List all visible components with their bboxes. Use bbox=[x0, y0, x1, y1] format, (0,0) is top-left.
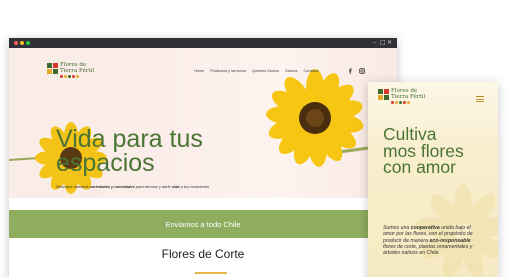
nav-item-galeria[interactable]: Galería bbox=[285, 69, 297, 73]
nav-item-home[interactable]: Home bbox=[194, 69, 204, 73]
instagram-icon[interactable] bbox=[359, 68, 365, 74]
desktop-site: Flores de Tierra Fértil Home Productos y… bbox=[9, 48, 397, 277]
social-links bbox=[348, 68, 365, 74]
mobile-logo-dots bbox=[391, 101, 425, 104]
shipping-banner: Enviamos a todo Chile bbox=[9, 210, 397, 238]
section-underline bbox=[195, 272, 227, 274]
mobile-site-logo[interactable]: Flores de Tierra Fértil bbox=[378, 88, 426, 104]
close-dot-icon[interactable] bbox=[14, 41, 18, 45]
mobile-hero-title: Cultiva mos flores con amor bbox=[383, 124, 464, 177]
minimize-icon[interactable]: – bbox=[373, 39, 376, 47]
nav-item-quienes-somos[interactable]: Quienes Somos bbox=[252, 69, 279, 73]
menu-hamburger-icon[interactable] bbox=[476, 96, 484, 104]
showcase-stage: – □ ✕ Flores de Tierra Fértil Home Produ… bbox=[0, 0, 510, 277]
mobile-logo-line2: Tierra Fértil bbox=[391, 93, 426, 100]
browser-titlebar: – □ ✕ bbox=[9, 38, 397, 48]
restore-icon[interactable]: □ bbox=[380, 39, 386, 47]
hero-section: Flores de Tierra Fértil Home Productos y… bbox=[9, 48, 397, 198]
maximize-dot-icon[interactable] bbox=[26, 41, 30, 45]
mobile-hero-text: Somos una cooperativa unida bajo el amor… bbox=[383, 225, 473, 257]
logo-mark-icon bbox=[47, 63, 58, 74]
nav-item-productos[interactable]: Productos y servicios bbox=[210, 69, 246, 73]
hero-title: Vida para tus espacios bbox=[56, 125, 203, 177]
main-nav: Home Productos y servicios Quienes Somos… bbox=[194, 69, 319, 73]
shipping-banner-text: Enviamos a todo Chile bbox=[165, 220, 241, 229]
desktop-browser-window: – □ ✕ Flores de Tierra Fértil Home Produ… bbox=[9, 38, 397, 277]
logo-dots bbox=[60, 75, 94, 78]
logo-line2: Tierra Fértil bbox=[60, 67, 95, 74]
site-logo[interactable]: Flores de Tierra Fértil bbox=[47, 62, 95, 78]
section-title: Flores de Corte bbox=[161, 247, 245, 261]
minimize-dot-icon[interactable] bbox=[20, 41, 24, 45]
mobile-logo-mark-icon bbox=[378, 89, 389, 100]
facebook-icon[interactable] bbox=[348, 68, 352, 74]
close-icon[interactable]: ✕ bbox=[387, 39, 392, 47]
hero-subtitle: Descubre nuestras variedades y novedades… bbox=[56, 184, 209, 189]
mobile-preview: Flores de Tierra Fértil Cultiva mos flor… bbox=[368, 82, 498, 277]
nav-item-contacto[interactable]: Contacto bbox=[303, 69, 318, 73]
